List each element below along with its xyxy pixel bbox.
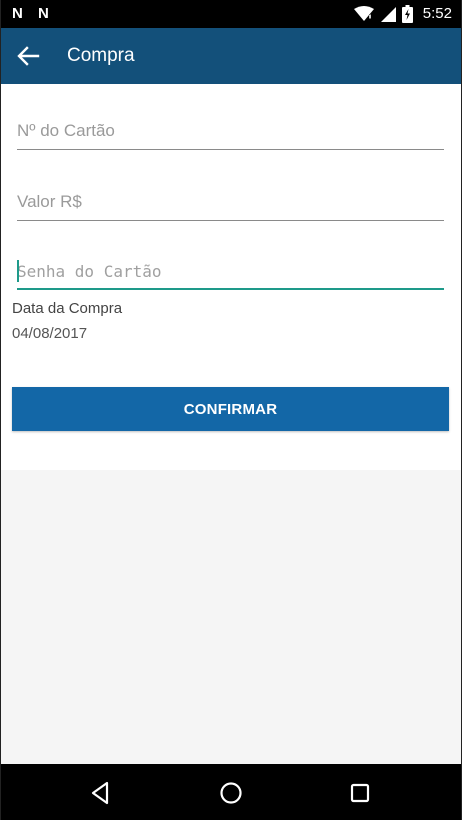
circle-home-icon [220, 782, 242, 804]
confirm-button[interactable]: CONFIRMAR [12, 387, 449, 431]
app-bar: Compra [0, 28, 462, 84]
notification-n-icon: N [12, 5, 23, 22]
purchase-form: Data da Compra 04/08/2017 CONFIRMAR [0, 84, 462, 470]
purchase-date-label: Data da Compra [12, 300, 123, 317]
nav-recent-button[interactable] [347, 780, 373, 806]
input-underline [17, 149, 444, 150]
status-time: 5:52 [422, 5, 452, 22]
card-number-field[interactable] [17, 114, 444, 150]
signal-icon [380, 7, 396, 22]
back-button[interactable] [14, 42, 42, 70]
input-underline-focused [17, 288, 444, 290]
square-recent-icon [350, 783, 370, 803]
triangle-back-icon [91, 781, 109, 805]
system-nav-bar [0, 764, 462, 820]
card-password-input[interactable] [17, 254, 444, 288]
battery-icon [401, 5, 413, 23]
status-bar: N N 5:52 [0, 0, 462, 28]
card-number-input[interactable] [17, 114, 444, 148]
arrow-left-icon [17, 46, 40, 66]
text-cursor [17, 260, 19, 282]
notification-n-icon: N [38, 5, 49, 22]
input-underline [17, 220, 444, 221]
status-icons: 5:52 [353, 5, 452, 23]
amount-field[interactable] [17, 185, 444, 221]
amount-input[interactable] [17, 185, 444, 219]
purchase-date-value: 04/08/2017 [12, 325, 88, 342]
wifi-icon [353, 6, 374, 21]
card-password-field[interactable] [17, 254, 444, 290]
nav-home-button[interactable] [218, 780, 244, 806]
nav-back-button[interactable] [88, 780, 114, 806]
page-title: Compra [67, 45, 135, 66]
